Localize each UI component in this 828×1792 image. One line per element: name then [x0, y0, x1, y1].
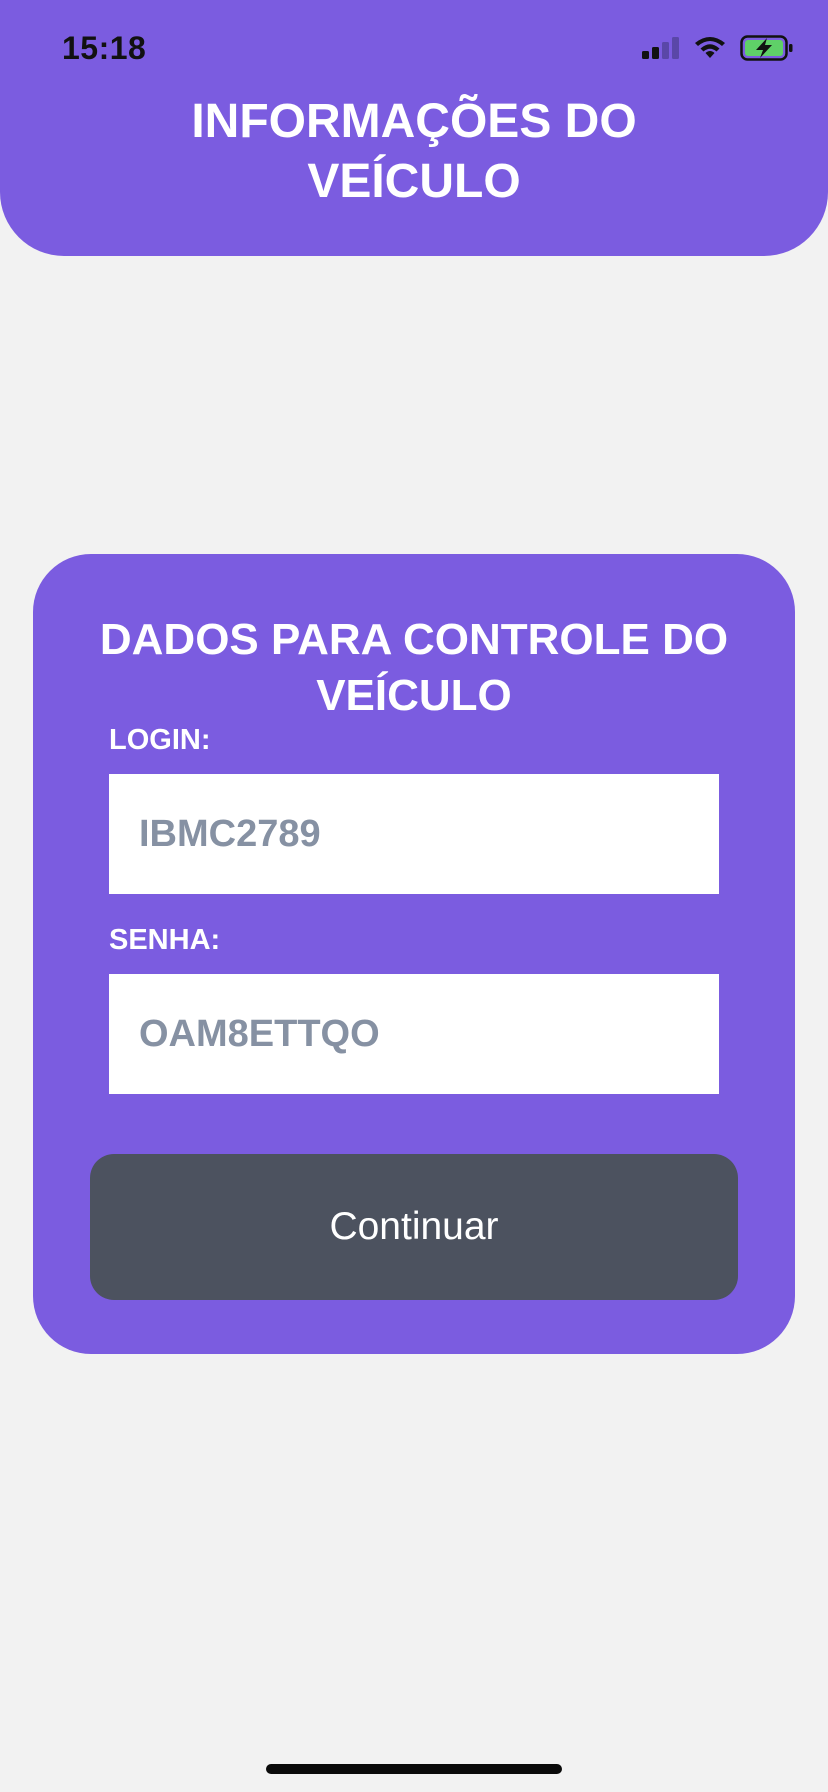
cellular-signal-icon: [642, 37, 679, 59]
password-label: SENHA:: [109, 924, 221, 956]
status-icons: [642, 34, 794, 62]
login-field[interactable]: [109, 774, 719, 894]
card-title: DADOS PARA CONTROLE DO VEÍCULO: [99, 615, 729, 720]
login-label: LOGIN:: [109, 724, 211, 756]
home-indicator[interactable]: [266, 1764, 562, 1774]
status-time: 15:18: [62, 30, 147, 66]
header: 15:18 INFORMAÇÕES DO VEÍCULO: [0, 0, 828, 256]
vehicle-control-card: DADOS PARA CONTROLE DO VEÍCULO LOGIN: SE…: [33, 554, 795, 1354]
continue-button[interactable]: Continuar: [90, 1154, 738, 1300]
wifi-icon: [695, 37, 725, 58]
page-title: INFORMAÇÕES DO VEÍCULO: [191, 95, 637, 208]
battery-charging-icon: [740, 35, 793, 61]
password-field[interactable]: [109, 974, 719, 1094]
